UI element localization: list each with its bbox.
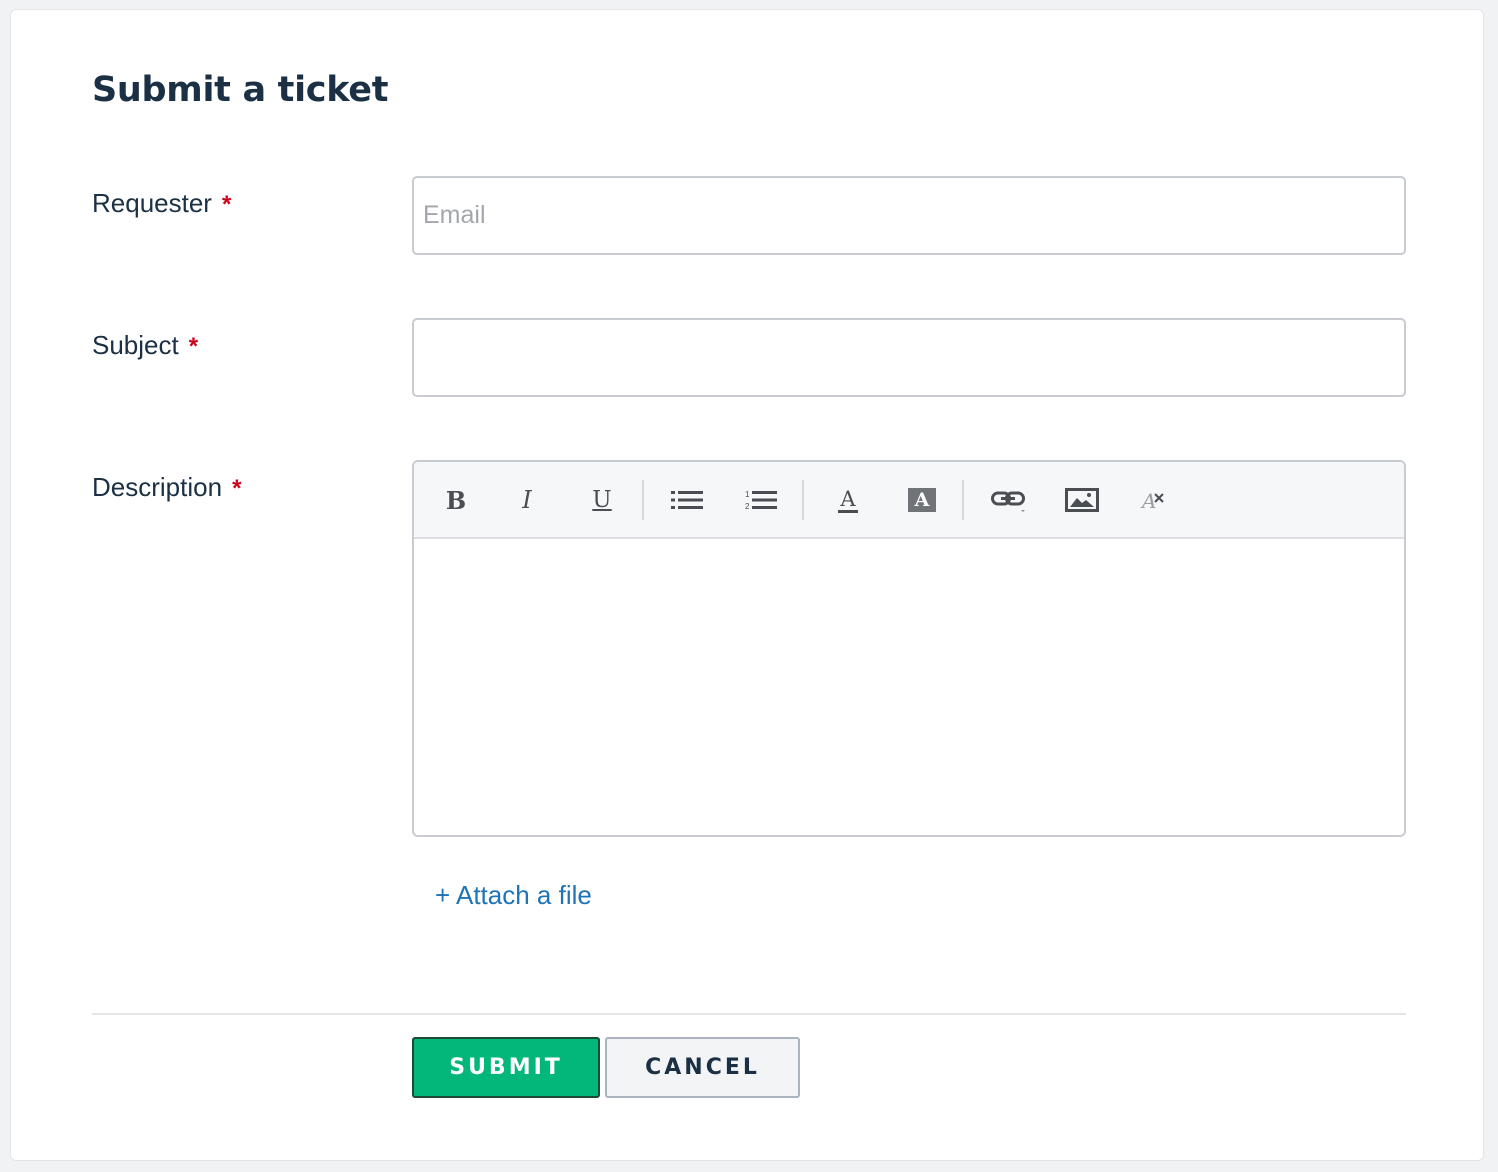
subject-label: Subject * <box>92 330 198 361</box>
requester-label: Requester * <box>92 188 231 219</box>
font-color-icon: A <box>838 486 858 513</box>
bold-button[interactable]: B <box>434 478 478 522</box>
underline-icon: U <box>592 487 612 513</box>
description-label-text: Description <box>92 472 223 502</box>
description-label: Description * <box>92 472 241 503</box>
bulleted-list-button[interactable] <box>665 478 709 522</box>
description-text-area[interactable] <box>414 539 1404 835</box>
bulleted-list-icon <box>671 491 703 509</box>
subject-label-text: Subject <box>92 330 179 360</box>
requester-email-input[interactable] <box>412 176 1406 255</box>
numbered-list-button[interactable]: 1 2 <box>739 478 783 522</box>
toolbar-separator <box>802 480 804 520</box>
bold-icon: B <box>445 485 467 515</box>
editor-toolbar: B I U 1 2 A A A <box>414 462 1404 539</box>
numbered-list-icon: 1 2 <box>745 490 777 511</box>
toolbar-separator <box>962 480 964 520</box>
page-title: Submit a ticket <box>92 70 389 110</box>
requester-label-text: Requester <box>92 188 212 218</box>
font-color-button[interactable]: A <box>826 478 870 522</box>
italic-icon: I <box>522 486 532 514</box>
background-color-button[interactable]: A <box>900 478 944 522</box>
clear-formatting-icon: A <box>1140 489 1164 511</box>
attach-file-link[interactable]: + Attach a file <box>435 880 592 911</box>
ticket-form-card: Submit a ticket Requester * Subject * Desc… <box>10 9 1484 1161</box>
link-button[interactable] <box>986 478 1030 522</box>
image-button[interactable] <box>1060 478 1104 522</box>
required-marker: * <box>188 333 199 360</box>
cancel-button[interactable]: CANCEL <box>605 1037 800 1098</box>
clear-formatting-button[interactable]: A <box>1132 478 1176 522</box>
underline-button[interactable]: U <box>580 478 624 522</box>
required-marker: * <box>221 191 232 218</box>
background-color-icon: A <box>908 488 936 512</box>
link-icon <box>991 491 1025 512</box>
required-marker: * <box>232 475 242 502</box>
submit-button[interactable]: SUBMIT <box>412 1037 600 1098</box>
image-icon <box>1065 488 1099 512</box>
svg-text:1: 1 <box>745 490 750 499</box>
svg-text:A: A <box>1140 489 1156 511</box>
description-editor: B I U 1 2 A A A <box>412 460 1406 837</box>
form-divider <box>92 1013 1406 1015</box>
toolbar-separator <box>642 480 644 520</box>
subject-input[interactable] <box>412 318 1406 397</box>
svg-text:2: 2 <box>745 502 750 511</box>
italic-button[interactable]: I <box>505 478 549 522</box>
